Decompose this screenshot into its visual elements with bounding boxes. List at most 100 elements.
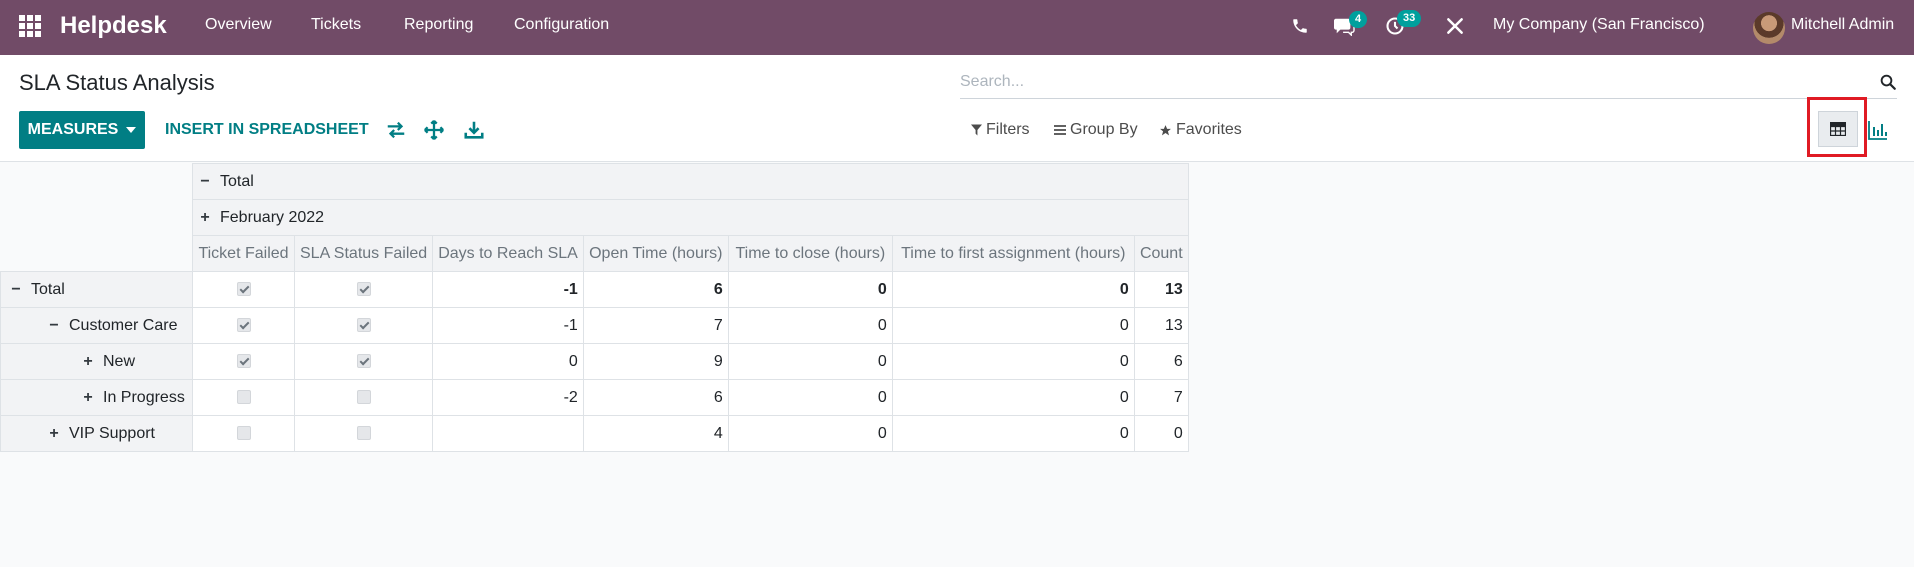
pivot-view-button[interactable]: [1818, 111, 1858, 147]
groupby-icon: [1054, 125, 1066, 135]
app-menu-icon[interactable]: [19, 15, 41, 37]
filters-dropdown[interactable]: Filters: [971, 121, 1030, 139]
days-cell[interactable]: 0: [432, 343, 584, 380]
count-cell[interactable]: 6: [1133, 343, 1189, 380]
first-assign-cell[interactable]: 0: [891, 415, 1135, 452]
checkbox-icon: [236, 390, 251, 405]
search-input[interactable]: [960, 69, 1860, 95]
collapse-icon: −: [11, 280, 21, 298]
measure-header[interactable]: Time to first assignment (hours): [891, 235, 1135, 272]
menu-configuration[interactable]: Configuration: [514, 16, 609, 34]
expand-all-icon[interactable]: [423, 119, 445, 141]
checkbox-icon: [356, 282, 371, 297]
row-header[interactable]: + In Progress: [0, 379, 193, 416]
menu-reporting[interactable]: Reporting: [404, 16, 473, 34]
company-switcher[interactable]: My Company (San Francisco): [1493, 16, 1705, 34]
groupby-dropdown[interactable]: Group By: [1054, 121, 1138, 139]
checkbox-icon: [356, 426, 371, 441]
phone-icon[interactable]: [1291, 17, 1309, 35]
first-assign-cell[interactable]: 0: [891, 379, 1135, 416]
row-header[interactable]: + New: [0, 343, 193, 380]
measure-header[interactable]: Time to close (hours): [727, 235, 893, 272]
measure-header[interactable]: Count: [1133, 235, 1189, 272]
days-cell[interactable]: -1: [432, 271, 584, 308]
count-cell[interactable]: 13: [1133, 271, 1189, 308]
expand-icon: +: [200, 208, 210, 226]
ticket-failed-cell[interactable]: [192, 415, 295, 452]
first-assign-cell[interactable]: 0: [891, 307, 1135, 344]
col-header-february-2022[interactable]: + February 2022: [192, 199, 1189, 236]
table-row: + VIP Support 4 0 0 0: [0, 415, 1189, 452]
search-bar: [960, 65, 1897, 99]
activities-badge: 33: [1397, 10, 1422, 27]
sla-failed-cell[interactable]: [293, 343, 434, 380]
days-cell[interactable]: -2: [432, 379, 584, 416]
ticket-failed-cell[interactable]: [192, 307, 295, 344]
app-brand[interactable]: Helpdesk: [60, 12, 167, 40]
expand-icon: +: [83, 352, 93, 370]
sla-failed-cell[interactable]: [293, 415, 434, 452]
days-cell[interactable]: -1: [432, 307, 584, 344]
first-assign-cell[interactable]: 0: [891, 343, 1135, 380]
row-header[interactable]: + VIP Support: [0, 415, 193, 452]
sla-failed-cell[interactable]: [293, 271, 434, 308]
ticket-failed-cell[interactable]: [192, 271, 295, 308]
ticket-failed-cell[interactable]: [192, 343, 295, 380]
caret-down-icon: [126, 127, 137, 133]
debug-tools-icon[interactable]: [1445, 16, 1465, 36]
open-time-cell[interactable]: 9: [582, 343, 729, 380]
close-time-cell[interactable]: 0: [727, 271, 893, 308]
measure-header[interactable]: Ticket Failed: [192, 235, 295, 272]
measure-header[interactable]: SLA Status Failed: [293, 235, 434, 272]
sla-failed-cell[interactable]: [293, 379, 434, 416]
filters-label: Filters: [986, 121, 1030, 138]
close-time-cell[interactable]: 0: [727, 343, 893, 380]
count-cell[interactable]: 13: [1133, 307, 1189, 344]
flip-axis-icon[interactable]: [385, 119, 407, 141]
checkbox-icon: [236, 282, 251, 297]
filter-icon: [971, 124, 982, 136]
open-time-cell[interactable]: 6: [582, 271, 729, 308]
first-assign-cell[interactable]: 0: [891, 271, 1135, 308]
close-time-cell[interactable]: 0: [727, 415, 893, 452]
download-icon[interactable]: [463, 119, 485, 141]
checkbox-icon: [236, 426, 251, 441]
collapse-icon: −: [49, 316, 59, 334]
checkbox-icon: [236, 354, 251, 369]
ticket-failed-cell[interactable]: [192, 379, 295, 416]
user-menu[interactable]: Mitchell Admin: [1791, 16, 1894, 34]
close-time-cell[interactable]: 0: [727, 379, 893, 416]
groupby-label: Group By: [1070, 121, 1138, 138]
open-time-cell[interactable]: 6: [582, 379, 729, 416]
insert-spreadsheet-button[interactable]: INSERT IN SPREADSHEET: [165, 121, 369, 139]
measure-header[interactable]: Days to Reach SLA: [432, 235, 584, 272]
table-row: − Total -1 6 0 0 13: [0, 271, 1189, 308]
open-time-cell[interactable]: 7: [582, 307, 729, 344]
search-icon[interactable]: [1879, 73, 1897, 91]
count-cell[interactable]: 7: [1133, 379, 1189, 416]
menu-tickets[interactable]: Tickets: [311, 16, 361, 34]
control-panel: SLA Status Analysis MEASURES INSERT IN S…: [0, 55, 1914, 162]
row-header[interactable]: − Customer Care: [0, 307, 193, 344]
pivot-table: − Total + February 2022 Ticket Failed SLA …: [0, 163, 1189, 452]
table-row: − Customer Care -1 7 0 0 13: [0, 307, 1189, 344]
sla-failed-cell[interactable]: [293, 307, 434, 344]
star-icon: [1160, 124, 1171, 135]
open-time-cell[interactable]: 4: [582, 415, 729, 452]
collapse-icon: −: [200, 172, 210, 190]
user-avatar[interactable]: [1753, 12, 1785, 44]
menu-overview[interactable]: Overview: [205, 16, 272, 34]
table-row: + In Progress -2 6 0 0 7: [0, 379, 1189, 416]
col-header-total[interactable]: − Total: [192, 163, 1189, 200]
messages-badge: 4: [1349, 11, 1368, 28]
days-cell[interactable]: [432, 415, 584, 452]
close-time-cell[interactable]: 0: [727, 307, 893, 344]
favorites-dropdown[interactable]: Favorites: [1159, 121, 1242, 139]
row-header[interactable]: − Total: [0, 271, 193, 308]
count-cell[interactable]: 0: [1133, 415, 1189, 452]
measure-header[interactable]: Open Time (hours): [582, 235, 729, 272]
measures-button[interactable]: MEASURES: [19, 111, 145, 149]
page-title: SLA Status Analysis: [19, 70, 215, 95]
pivot-view-icon: [1830, 122, 1846, 136]
graph-view-icon[interactable]: [1866, 118, 1890, 142]
